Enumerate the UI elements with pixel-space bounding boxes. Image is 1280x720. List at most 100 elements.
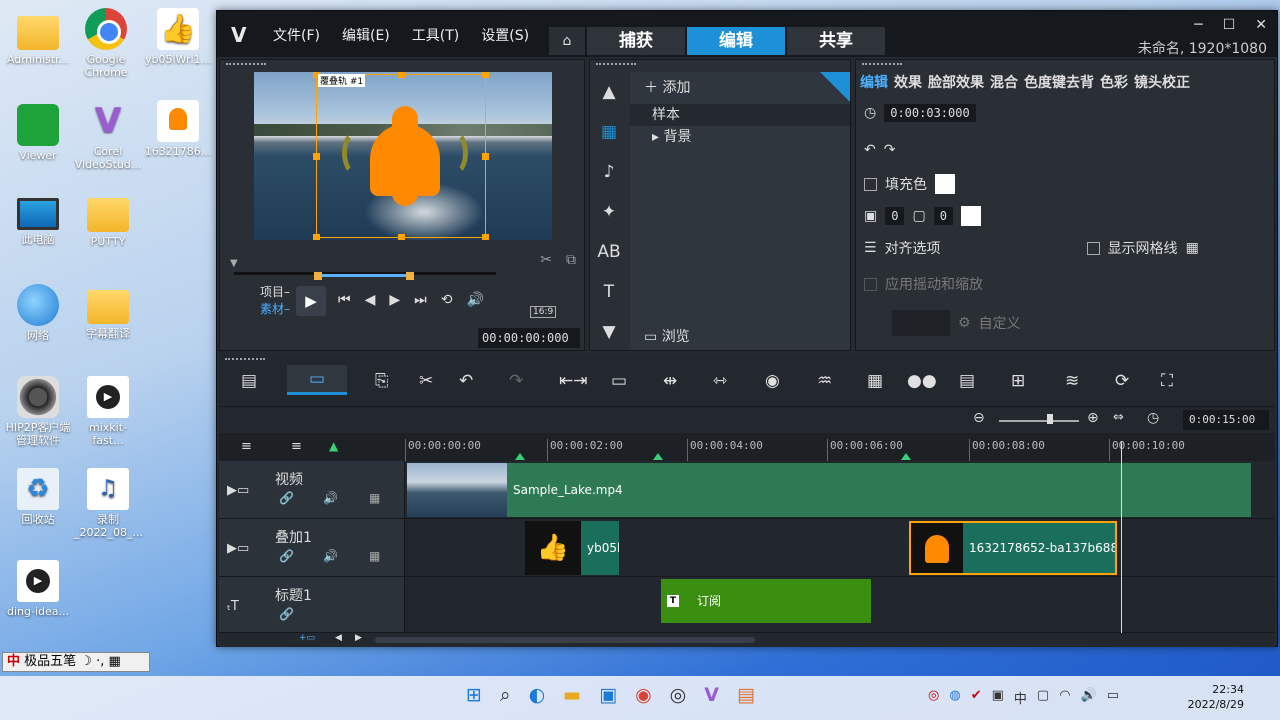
windows-start-icon[interactable]: ⊞ <box>466 684 482 706</box>
cue-marker[interactable] <box>653 453 663 460</box>
panel-grip[interactable] <box>862 63 902 65</box>
cue-marker[interactable] <box>515 453 525 460</box>
zoom-out-icon[interactable]: ⊖ <box>973 410 985 426</box>
zoom-slider[interactable] <box>999 420 1079 422</box>
aspect-ratio-button[interactable]: 16:9 <box>530 306 557 318</box>
browse-button[interactable]: ▭ 浏览 <box>644 326 690 346</box>
desktop-icon-this-pc[interactable]: 此电脑 <box>4 192 72 246</box>
add-folder-button[interactable]: ＋ 添加 <box>630 72 850 104</box>
opt-tab-lens[interactable]: 镜头校正 <box>1134 72 1190 92</box>
pan-zoom-checkbox[interactable] <box>864 277 877 291</box>
border-color-swatch[interactable] <box>960 206 981 226</box>
video-clip-thumbnail[interactable] <box>407 463 507 517</box>
transition-icon[interactable]: ✦ <box>590 192 628 232</box>
panel-grip[interactable] <box>225 358 265 360</box>
desktop-icon-ding[interactable]: ding-idea... <box>4 560 72 618</box>
align-options-button[interactable]: 对齐选项 <box>885 238 941 258</box>
library-pin-icon[interactable] <box>820 72 850 102</box>
tab-edit[interactable]: 编辑 <box>687 27 785 55</box>
track-volume-icon[interactable]: 🔊 <box>323 491 338 505</box>
cue-point-icon[interactable]: ▲ <box>329 439 338 453</box>
ime-toolbar[interactable]: 中 极品五笔 ☽ ·, ▦ <box>2 652 150 672</box>
library-item-sample[interactable]: 样本 <box>630 104 850 126</box>
home-icon[interactable]: ⌂ <box>549 27 585 55</box>
opt-tab-chroma[interactable]: 色度键去背 <box>1024 72 1094 92</box>
chapter-icon[interactable]: ≡ <box>291 439 302 454</box>
preview-video[interactable]: 覆叠轨 #1 <box>254 72 552 240</box>
desktop-icon-bell[interactable]: 16321786... <box>144 100 212 158</box>
tab-share[interactable]: 共享 <box>787 27 885 55</box>
desktop-icon-mixkit[interactable]: mixkit-fast... <box>74 376 142 447</box>
ime-keyboard-icon[interactable]: ▦ <box>109 654 121 669</box>
opacity-input[interactable]: 0 <box>885 207 905 225</box>
fill-color-swatch[interactable] <box>935 174 955 194</box>
bell-clip-thumbnail[interactable] <box>909 521 963 575</box>
tray-network-icon[interactable]: ◍ <box>949 688 960 707</box>
add-track-icon[interactable]: +▭ <box>299 633 315 643</box>
tray-ime-icon[interactable]: 中 <box>1014 688 1027 707</box>
timeline-view-icon[interactable]: ▭ <box>287 365 347 395</box>
custom-button[interactable]: 自定义 <box>979 313 1021 333</box>
cue-marker[interactable] <box>901 453 911 460</box>
title-icon[interactable]: T <box>590 272 628 312</box>
minimize-icon[interactable]: ─ <box>1194 17 1202 33</box>
go-end-icon[interactable]: ⏭ <box>414 292 427 308</box>
timeline-ruler[interactable]: ≡ ≡ ▲ 00:00:00:00 00:00:02:00 00:00:04:0… <box>219 433 1275 461</box>
expand-icon[interactable]: ⇿ <box>713 371 727 391</box>
fit-icon[interactable]: ⇤⇥ <box>559 371 588 391</box>
recorder-icon[interactable]: ▤ <box>737 684 755 706</box>
media-library-icon[interactable]: ▦ <box>590 112 628 152</box>
loop-icon[interactable]: ⟳ <box>1115 371 1129 391</box>
desktop-icon-subtitle[interactable]: 字幕翻译 <box>74 284 142 340</box>
track-grid-icon[interactable]: ▦ <box>369 491 380 505</box>
overlay-selection-box[interactable] <box>313 72 489 240</box>
storyboard-view-icon[interactable]: ▤ <box>241 371 257 391</box>
timeline-scrollbar[interactable]: +▭ ◀ ▶ <box>219 633 1275 647</box>
preview-timecode[interactable]: 00:00:00:000 <box>478 328 580 348</box>
multicam-icon[interactable]: ▦ <box>867 371 883 391</box>
scrub-marker-icon[interactable]: ▼ <box>230 258 238 269</box>
copy-icon[interactable]: ⎘ <box>375 371 389 391</box>
thumbs-up-icon[interactable]: 👍 <box>525 521 581 575</box>
scroll-up-icon[interactable]: ▲ <box>590 72 628 112</box>
preset-dropdown[interactable] <box>892 310 950 336</box>
desktop-icon-chrome[interactable]: Google Chrome <box>72 8 140 79</box>
track-volume-icon[interactable]: 🔊 <box>323 549 338 563</box>
menu-edit[interactable]: 编辑(E) <box>342 25 390 45</box>
link-icon[interactable]: 🔗 <box>279 607 294 621</box>
enlarge-icon[interactable]: ⧉ <box>566 252 576 268</box>
trim-range[interactable] <box>314 272 414 280</box>
zoom-slider-thumb[interactable] <box>1047 414 1053 424</box>
system-clock[interactable]: 22:34 2022/8/29 <box>1188 682 1244 712</box>
desktop-icon-corel[interactable]: V Corel VideoStud... <box>74 100 142 171</box>
mode-project[interactable]: 项目– <box>260 284 290 301</box>
subtitle-icon[interactable]: ▤ <box>959 371 975 391</box>
library-item-background[interactable]: ▸ 背景 <box>630 126 850 148</box>
project-duration[interactable]: 0:00:15:00 <box>1183 410 1269 430</box>
maximize-icon[interactable]: ☐ <box>1223 17 1236 33</box>
scroll-left-icon[interactable]: ◀ <box>335 633 342 643</box>
opt-tab-edit[interactable]: 编辑 <box>860 72 888 92</box>
file-explorer-icon[interactable]: ▬ <box>563 684 581 706</box>
desktop-icon-administrator[interactable]: Administr... <box>4 10 72 66</box>
track-manager-icon[interactable]: ≡ <box>241 439 252 454</box>
opt-tab-blend[interactable]: 混合 <box>990 72 1018 92</box>
show-grid-checkbox[interactable] <box>1086 241 1100 255</box>
undo-icon[interactable]: ↶ <box>459 371 473 391</box>
corel-icon[interactable]: V <box>704 684 719 706</box>
rotate-right-icon[interactable]: ↷ <box>884 142 896 158</box>
desktop-icon-hip2p[interactable]: HIP2P客户端管理软件 <box>4 376 72 447</box>
panel-grip[interactable] <box>596 63 636 65</box>
zoom-in-icon[interactable]: ⊕ <box>1087 410 1099 426</box>
tab-capture[interactable]: 捕获 <box>587 27 685 55</box>
menu-tools[interactable]: 工具(T) <box>412 25 459 45</box>
next-frame-icon[interactable]: ▶ <box>389 292 400 308</box>
color-grading-icon[interactable]: ◉ <box>765 371 780 391</box>
audio-icon[interactable]: ♒ <box>817 371 832 391</box>
chrome-icon[interactable]: ◉ <box>635 684 652 706</box>
ime-moon-icon[interactable]: ☽ <box>80 654 92 669</box>
grid-icon[interactable]: ▦ <box>1186 240 1199 256</box>
desktop-icon-thumbs[interactable]: 👍 yb05lWrl1... <box>144 8 212 66</box>
camera-icon[interactable]: ◎ <box>670 684 687 706</box>
close-icon[interactable]: ✕ <box>1255 17 1267 33</box>
